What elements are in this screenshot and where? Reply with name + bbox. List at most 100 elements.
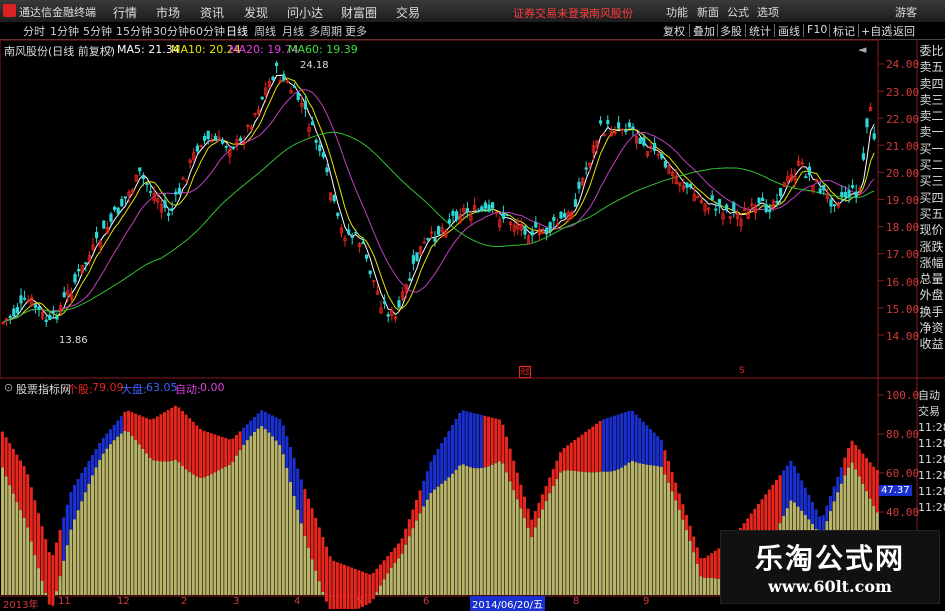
candle-body <box>584 167 588 170</box>
indicator-bar <box>638 418 642 464</box>
adjust-button[interactable]: 复权 <box>663 23 685 39</box>
settings-icon[interactable]: ⊙ <box>104 43 113 56</box>
side-item[interactable]: 涨跌 <box>918 239 945 255</box>
indicator-bar <box>577 437 580 472</box>
ind-side-label[interactable]: 自动 <box>918 387 940 403</box>
tab-15min[interactable]: 15分钟 <box>116 23 152 39</box>
indicator-bar <box>429 461 433 494</box>
side-item[interactable]: 总量 <box>918 271 945 287</box>
candle-body <box>332 194 336 202</box>
candle-body <box>59 305 63 312</box>
indicator-bar <box>227 439 231 466</box>
side-item[interactable]: 卖四 <box>918 76 945 92</box>
indicator-bar <box>443 480 447 595</box>
candle-body <box>328 192 333 201</box>
indicator-bar <box>134 440 138 595</box>
indicator-bar <box>285 468 289 595</box>
tab-daily[interactable]: 日线 <box>226 23 248 39</box>
indicator-bar <box>109 429 112 445</box>
mark-button[interactable]: 标记 <box>833 23 855 39</box>
tab-timeshare[interactable]: 分时 <box>23 23 45 39</box>
tab-more[interactable]: 更多 <box>345 23 367 39</box>
login-notice[interactable]: 证券交易未登录 <box>513 5 590 21</box>
event-marker-s[interactable]: S <box>739 366 745 376</box>
side-item[interactable]: 卖二 <box>918 108 945 124</box>
multi-stock-button[interactable]: 多股 <box>720 23 742 39</box>
indicator-bar <box>382 560 386 580</box>
indicator-bar <box>22 517 26 595</box>
candle-body <box>476 210 480 213</box>
indicator-bar <box>73 519 76 595</box>
side-item[interactable]: 卖三 <box>918 92 945 108</box>
menu-wealth[interactable]: 财富圈 <box>341 4 377 21</box>
indicator-bar <box>299 523 303 595</box>
tab-5min[interactable]: 5分钟 <box>83 23 112 39</box>
f10-button[interactable]: F10 <box>807 23 827 36</box>
indicator-bar <box>339 563 343 609</box>
menu-new-face[interactable]: 新面 <box>697 4 719 20</box>
menu-trade[interactable]: 交易 <box>396 4 420 21</box>
side-item[interactable]: 买二 <box>918 157 945 173</box>
indicator-bar <box>65 504 69 546</box>
side-item[interactable]: 卖一 <box>918 124 945 140</box>
candle-body <box>829 199 833 207</box>
menu-options[interactable]: 选项 <box>757 4 779 20</box>
menu-market[interactable]: 市场 <box>156 4 180 21</box>
side-item[interactable]: 委比 <box>918 43 945 59</box>
indicator-bar <box>62 517 66 561</box>
menu-news[interactable]: 资讯 <box>200 4 224 21</box>
statistics-button[interactable]: 统计 <box>749 23 771 39</box>
indicator-bar <box>519 484 523 509</box>
candle-body <box>271 76 275 81</box>
menu-xiaoda[interactable]: 问小达 <box>287 4 323 21</box>
candle-body <box>213 135 217 141</box>
tab-monthly[interactable]: 月线 <box>282 23 304 39</box>
side-item[interactable]: 外盘 <box>918 287 945 303</box>
indicator-bar <box>116 436 120 595</box>
candle-body <box>761 197 765 202</box>
candle-body <box>559 211 563 219</box>
menu-guest[interactable]: 游客 <box>895 4 917 20</box>
indicator-bar <box>278 445 282 595</box>
side-item[interactable]: 买三 <box>918 173 945 189</box>
tab-60min[interactable]: 60分钟 <box>189 23 225 39</box>
tab-weekly[interactable]: 周线 <box>254 23 276 39</box>
side-item[interactable]: 买四 <box>918 190 945 206</box>
side-item[interactable]: 净资 <box>918 320 945 336</box>
expand-arrow-icon[interactable]: ◄ <box>858 43 866 56</box>
indicator-bar <box>526 508 530 528</box>
candle-body <box>487 204 491 212</box>
menu-discover[interactable]: 发现 <box>244 4 268 21</box>
x-tick: 4 <box>294 596 301 607</box>
side-item[interactable]: 换手 <box>918 304 945 320</box>
kline-chart[interactable] <box>0 0 945 609</box>
menu-function[interactable]: 功能 <box>666 4 688 20</box>
side-item[interactable]: 卖五 <box>918 59 945 75</box>
indicator-bar <box>249 420 253 436</box>
candle-body <box>321 152 326 158</box>
indicator-bar <box>605 418 609 472</box>
tab-30min[interactable]: 30分钟 <box>153 23 189 39</box>
indicator-settings-icon[interactable]: ⊙ <box>4 381 13 394</box>
side-item[interactable]: 买一 <box>918 141 945 157</box>
event-marker[interactable]: 冠 <box>519 366 531 378</box>
candle-body <box>797 160 801 166</box>
indicator-bar <box>195 425 199 477</box>
overlay-button[interactable]: 叠加 <box>693 23 715 39</box>
side-item[interactable]: 涨幅 <box>918 255 945 271</box>
back-button[interactable]: 返回 <box>893 23 915 39</box>
indicator-bar <box>695 547 699 565</box>
tab-1min[interactable]: 1分钟 <box>50 23 79 39</box>
menu-quotes[interactable]: 行情 <box>113 4 137 21</box>
draw-line-button[interactable]: 画线 <box>778 23 800 39</box>
add-watchlist-button[interactable]: +自选 <box>861 23 892 39</box>
side-item[interactable]: 买五 <box>918 206 945 222</box>
candle-body <box>847 190 851 198</box>
side-item[interactable]: 收益 <box>918 336 945 352</box>
side-item[interactable]: 现价 <box>918 222 945 238</box>
tab-multi-period[interactable]: 多周期 <box>309 23 342 39</box>
ind-side-label[interactable]: 交易 <box>918 403 940 419</box>
ind-tick: 100.0 <box>886 389 920 402</box>
indicator-bar <box>566 445 570 471</box>
menu-formula[interactable]: 公式 <box>727 4 749 20</box>
